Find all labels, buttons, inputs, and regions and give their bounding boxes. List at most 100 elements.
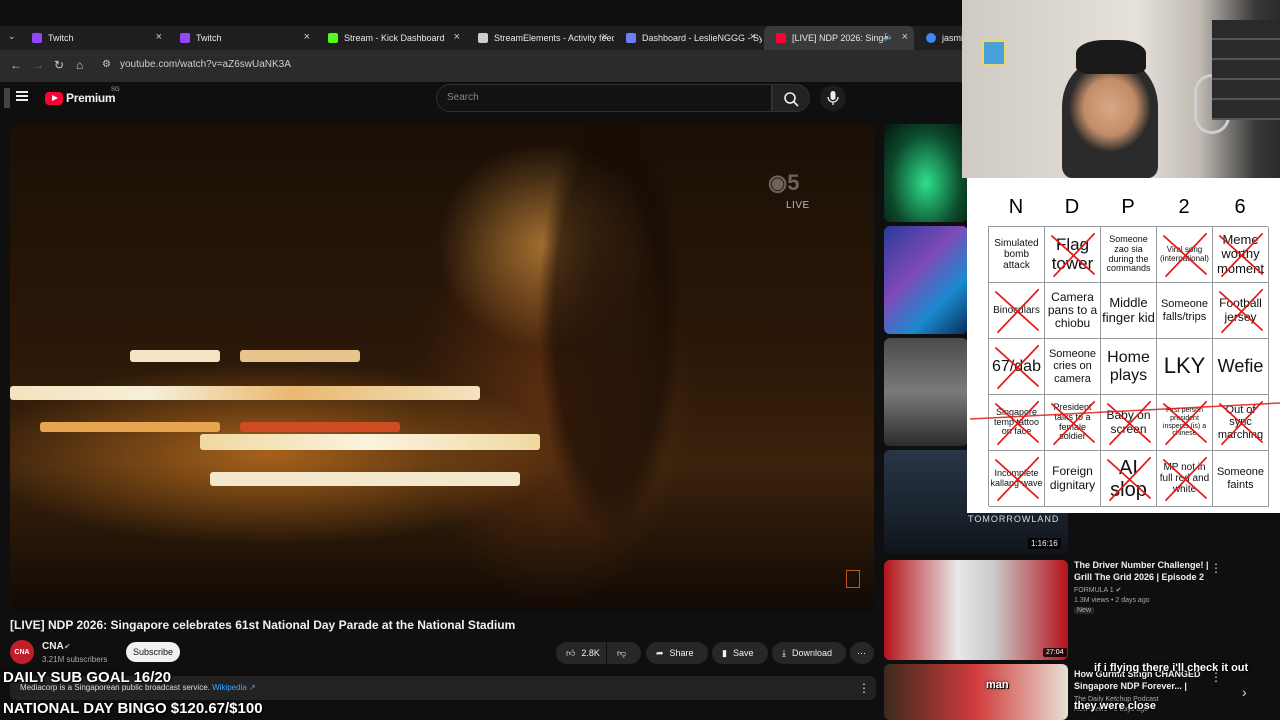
- cross-stroke: [1220, 400, 1264, 446]
- cross-mark-icon: [1162, 400, 1208, 446]
- recommended-menu-icon[interactable]: ⋮: [1210, 561, 1222, 575]
- search-input[interactable]: Search: [436, 84, 772, 112]
- country-code: SG: [111, 87, 120, 93]
- search-icon: [784, 92, 799, 107]
- cross-stroke: [996, 288, 1040, 334]
- more-actions-button[interactable]: ⋯: [850, 642, 874, 664]
- recommended-thumbnail[interactable]: [884, 124, 968, 222]
- channel-avatar[interactable]: CNA: [10, 640, 34, 664]
- speaker-icon[interactable]: 🔈: [883, 31, 894, 42]
- microphone-icon: [827, 91, 839, 105]
- bookmark-icon: ▮: [722, 647, 727, 658]
- thumbs-down-icon: 👎︎: [617, 647, 627, 658]
- cross-stroke: [1164, 400, 1208, 446]
- stage-light: [240, 422, 400, 432]
- cross-stroke: [1220, 232, 1264, 278]
- performer-silhouette: [510, 124, 710, 610]
- bingo-header-letter: D: [1064, 196, 1080, 218]
- voice-search-button[interactable]: [820, 85, 846, 111]
- address-bar: ← → ↻ ⌂ ⚙ youtube.com/watch?v=aZ6swUaNK3…: [0, 50, 962, 82]
- cross-stroke: [996, 344, 1040, 390]
- bingo-header: N D P 2 6: [988, 196, 1268, 224]
- cross-stroke: [1052, 400, 1096, 446]
- close-icon[interactable]: ×: [602, 31, 608, 43]
- recommended-title[interactable]: The Driver Number Challenge! | Grill The…: [1074, 560, 1209, 583]
- bingo-cell: LKY: [1157, 339, 1213, 395]
- video-duration: 1:16:16: [1028, 538, 1061, 549]
- tab-list-chevron-icon[interactable]: ⌄: [8, 31, 16, 42]
- download-label: Download: [791, 648, 833, 658]
- browser-tab-bar: ⌄ Twitch × Twitch × Stream - Kick Dashbo…: [0, 26, 962, 50]
- stage-light: [40, 422, 220, 432]
- menu-icon[interactable]: [16, 91, 28, 101]
- cross-mark-icon: [994, 288, 1040, 334]
- next-chevron-icon[interactable]: ›: [1242, 684, 1247, 700]
- save-button[interactable]: ▮ Save: [712, 642, 768, 664]
- close-icon[interactable]: ×: [304, 31, 310, 43]
- browser-tab-streamelements[interactable]: StreamElements - Activity feed ×: [466, 26, 614, 50]
- browser-tab-google[interactable]: jasmine: [914, 26, 962, 50]
- subscribe-button[interactable]: Subscribe: [126, 642, 180, 662]
- bingo-goal-overlay: NATIONAL DAY BINGO $120.67/$100: [3, 700, 263, 717]
- share-button[interactable]: ➦ Share: [646, 642, 708, 664]
- cross-mark-icon: [1050, 232, 1096, 278]
- streamelements-icon: [478, 33, 488, 43]
- title-line: Grill The Grid 2026 | Episode 2: [1074, 571, 1205, 582]
- forward-arrow-icon[interactable]: →: [32, 58, 44, 72]
- stage-light: [130, 350, 220, 362]
- views-date: 1.3M views • 2 days ago: [1074, 596, 1150, 604]
- recommended-thumbnail-podcast[interactable]: [884, 664, 1068, 720]
- wikipedia-link[interactable]: Wikipedia: [212, 683, 247, 692]
- chat-message: they were close: [1074, 700, 1156, 712]
- side-handle: [4, 88, 10, 108]
- close-icon[interactable]: ×: [902, 31, 908, 43]
- url-field[interactable]: youtube.com/watch?v=aZ6swUaNK3A: [120, 59, 291, 70]
- youtube-logo-icon[interactable]: [45, 92, 63, 105]
- bingo-cell: Football jersey: [1213, 283, 1269, 339]
- video-player[interactable]: ◉5 LIVE: [10, 124, 874, 610]
- title-line: Singapore NDP Forever... |: [1074, 680, 1187, 691]
- more-horizontal-icon: ⋯: [857, 647, 866, 658]
- bingo-cell-text: Someone cries on camera: [1048, 348, 1097, 385]
- close-icon[interactable]: ×: [454, 31, 460, 43]
- home-icon[interactable]: ⌂: [76, 58, 83, 72]
- recommended-thumbnail[interactable]: [884, 338, 968, 446]
- stage-light: [10, 386, 480, 400]
- download-button[interactable]: ⤓ Download: [772, 642, 846, 664]
- site-info-icon[interactable]: ⚙: [102, 59, 111, 70]
- stage-light: [200, 434, 540, 450]
- cross-stroke: [1108, 456, 1152, 502]
- streamer-hair: [1076, 40, 1146, 74]
- bingo-cell-text: Camera pans to a chiobu: [1047, 289, 1098, 331]
- bingo-cell-text: Foreign dignitary: [1049, 464, 1096, 492]
- browser-tab-kick[interactable]: Stream - Kick Dashboard ×: [316, 26, 466, 50]
- like-button[interactable]: 👍︎ 2.8K: [556, 642, 606, 664]
- close-icon[interactable]: ×: [750, 31, 756, 43]
- cross-stroke: [996, 400, 1040, 446]
- youtube-logo-text[interactable]: Premium: [66, 91, 116, 105]
- cross-stroke: [1220, 288, 1264, 334]
- recommended-thumbnail[interactable]: [884, 226, 968, 334]
- share-icon: ➦: [656, 647, 664, 658]
- close-icon[interactable]: ×: [156, 31, 162, 43]
- recommended-channel: FORMULA 1: [1074, 587, 1114, 594]
- browser-tab-dashboard[interactable]: Dashboard - LeslieNGGG - Syn ×: [614, 26, 762, 50]
- follow-icon[interactable]: [846, 570, 860, 588]
- dislike-button[interactable]: 👎︎: [607, 642, 641, 664]
- bingo-cell: Home plays: [1101, 339, 1157, 395]
- back-arrow-icon[interactable]: ←: [10, 58, 22, 72]
- title-line: The Driver Number Challenge! |: [1074, 560, 1209, 570]
- bingo-cell: Binoculars: [989, 283, 1045, 339]
- browser-tab-twitch-2[interactable]: Twitch ×: [168, 26, 316, 50]
- description-menu-icon[interactable]: ⋮: [858, 681, 870, 695]
- reload-icon[interactable]: ↻: [54, 58, 64, 72]
- bingo-cell: Out of sync marching: [1213, 395, 1269, 451]
- browser-tab-youtube-active[interactable]: [LIVE] NDP 2026: Singapore 🔈 ×: [764, 26, 914, 50]
- search-button[interactable]: [772, 84, 810, 112]
- thumbs-up-icon: 👍︎: [566, 647, 576, 658]
- browser-tab-twitch-1[interactable]: Twitch ×: [20, 26, 168, 50]
- bingo-cell-text: Middle finger kid: [1102, 295, 1155, 325]
- channel-name[interactable]: CNA: [42, 641, 64, 652]
- kick-icon: [328, 33, 338, 43]
- recommended-thumbnail-f1[interactable]: [884, 560, 1068, 660]
